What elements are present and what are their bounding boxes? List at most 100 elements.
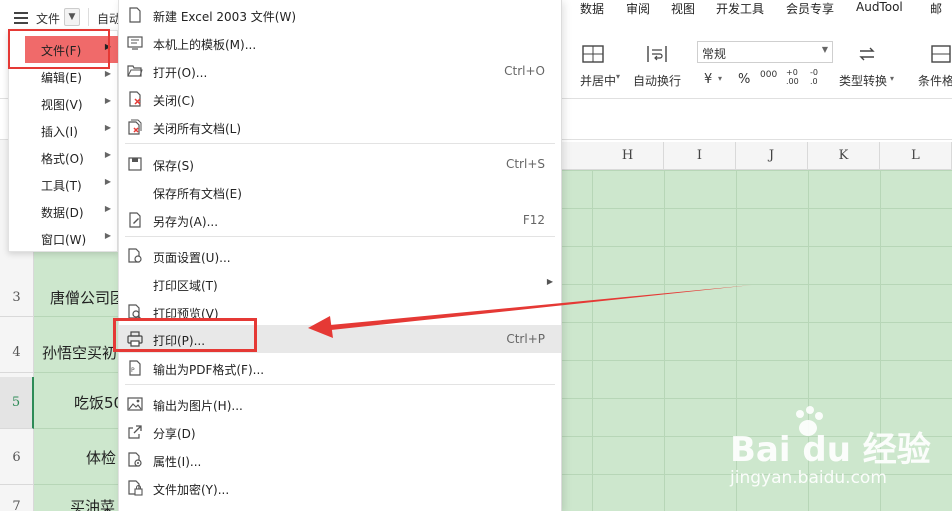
menu-item-label: 新建 Excel 2003 文件(W) xyxy=(153,10,296,24)
menu-item-data[interactable]: 数据(D) ▶ xyxy=(9,198,119,225)
folder-open-icon xyxy=(127,65,143,77)
chevron-right-icon: ▶ xyxy=(104,177,111,186)
tab-member[interactable]: 会员专享 xyxy=(786,0,834,17)
wrap-text-label[interactable]: 自动换行 xyxy=(633,72,681,89)
shortcut-label: Ctrl+P xyxy=(506,332,545,346)
menu-item-save-as[interactable]: 另存为(A)... F12 xyxy=(119,206,561,234)
toolbar-divider xyxy=(88,8,89,26)
spreadsheet-app-window: 文件 ▼ 自动 数据 审阅 视图 开发工具 会员专享 AudTool 邮 并居中… xyxy=(0,0,952,511)
menu-item-label: 关闭(C) xyxy=(153,94,195,108)
menu-item-window[interactable]: 窗口(W) ▶ xyxy=(9,225,119,252)
menu-item-export-image[interactable]: 输出为图片(H)... xyxy=(119,390,561,418)
number-format-select[interactable]: 常规 ▼ xyxy=(697,41,833,63)
menu-item-label: 格式(O) xyxy=(41,152,84,166)
percent-button[interactable]: % xyxy=(738,72,750,87)
menu-item-label: 关闭所有文档(L) xyxy=(153,122,242,136)
menu-item-share[interactable]: 分享(D) xyxy=(119,418,561,446)
cell-a6[interactable]: 体检 xyxy=(34,431,120,485)
chevron-down-icon[interactable]: ▾ xyxy=(616,72,620,81)
column-header-k[interactable]: K xyxy=(808,142,880,170)
cell-a3[interactable]: 唐僧公司团 xyxy=(34,279,120,317)
menu-item-new-excel-2003[interactable]: 新建 Excel 2003 文件(W) xyxy=(119,1,561,29)
tab-review[interactable]: 审阅 xyxy=(626,0,650,17)
file-highlight-box xyxy=(8,29,110,69)
menu-item-local-templates[interactable]: 本机上的模板(M)... xyxy=(119,29,561,57)
chevron-right-icon: ▶ xyxy=(104,123,111,132)
menu-item-label: 编辑(E) xyxy=(41,71,82,85)
tab-developer[interactable]: 开发工具 xyxy=(716,0,764,17)
currency-button[interactable]: ¥ xyxy=(704,72,712,87)
file-submenu: 新建 Excel 2003 文件(W) 本机上的模板(M)... 打开(O)..… xyxy=(118,0,562,511)
tab-overflow[interactable]: 邮 xyxy=(930,0,942,17)
template-icon xyxy=(127,36,143,50)
menu-item-label: 工具(T) xyxy=(41,179,82,193)
save-icon xyxy=(128,157,142,171)
watermark-brand: Bai du 经验 xyxy=(730,430,931,470)
menu-item-label: 打开(O)... xyxy=(153,66,208,80)
tab-audtool[interactable]: AudTool xyxy=(856,0,903,14)
new-file-icon xyxy=(129,7,141,23)
menu-item-close[interactable]: 关闭(C) xyxy=(119,85,561,113)
menu-item-label: 打印区域(T) xyxy=(153,279,218,293)
column-header-h[interactable]: H xyxy=(592,142,664,170)
cell-a5[interactable]: 吃饭50 xyxy=(34,377,120,429)
conditional-format-icon[interactable] xyxy=(930,44,952,64)
menu-item-save[interactable]: 保存(S) Ctrl+S xyxy=(119,150,561,178)
menu-item-view[interactable]: 视图(V) ▶ xyxy=(9,90,119,117)
menu-item-insert[interactable]: 插入(I) ▶ xyxy=(9,117,119,144)
watermark-url: jingyan.baidu.com xyxy=(730,468,887,488)
chevron-down-icon[interactable]: ▾ xyxy=(890,74,894,83)
wrap-text-icon[interactable] xyxy=(646,44,668,64)
merge-center-icon[interactable] xyxy=(582,44,604,64)
menu-item-print-area[interactable]: 打印区域(T) ▶ xyxy=(119,270,561,298)
close-all-icon xyxy=(128,119,142,135)
increase-decimal-button[interactable]: +0 .00 xyxy=(786,68,804,86)
share-icon xyxy=(128,425,142,439)
chevron-down-icon[interactable]: ▾ xyxy=(718,74,722,83)
column-header-row: H I J K L xyxy=(560,142,952,170)
column-header-l[interactable]: L xyxy=(880,142,952,170)
tab-data[interactable]: 数据 xyxy=(580,0,604,17)
menu-item-tools[interactable]: 工具(T) ▶ xyxy=(9,171,119,198)
row-header-7[interactable]: 7 xyxy=(0,487,34,511)
shortcut-label: Ctrl+O xyxy=(504,64,545,78)
menu-item-label: 属性(I)... xyxy=(153,455,202,469)
menu-divider xyxy=(125,143,555,144)
image-export-icon xyxy=(127,397,143,411)
type-convert-label[interactable]: 类型转换 xyxy=(839,72,887,89)
menu-divider xyxy=(125,236,555,237)
menu-item-format[interactable]: 格式(O) ▶ xyxy=(9,144,119,171)
row-header-4[interactable]: 4 xyxy=(0,333,34,373)
row-header-5[interactable]: 5 xyxy=(0,377,34,429)
shortcut-label: F12 xyxy=(522,213,545,227)
column-header-i[interactable]: I xyxy=(664,142,736,170)
pdf-icon: P xyxy=(129,360,141,376)
cell-a7[interactable]: 买油菜 xyxy=(34,487,120,511)
merge-center-label[interactable]: 并居中 xyxy=(580,72,616,89)
menu-item-label: 保存所有文档(E) xyxy=(153,187,242,201)
decrease-decimal-button[interactable]: -0 .0 xyxy=(810,68,828,86)
menu-item-open[interactable]: 打开(O)... Ctrl+O xyxy=(119,57,561,85)
file-menu-button[interactable]: 文件 xyxy=(36,10,60,27)
chevron-right-icon: ▶ xyxy=(104,204,111,213)
menu-item-label: 窗口(W) xyxy=(41,233,87,247)
menu-item-properties[interactable]: 属性(I)... xyxy=(119,446,561,474)
chevron-down-icon[interactable]: ▼ xyxy=(64,8,80,26)
menu-item-label: 输出为图片(H)... xyxy=(153,399,243,413)
cell-a4[interactable]: 孙悟空买初 xyxy=(34,333,120,373)
row-header-3[interactable]: 3 xyxy=(0,279,34,317)
thousands-separator-button[interactable]: 000 xyxy=(760,70,777,80)
menu-item-close-all[interactable]: 关闭所有文档(L) xyxy=(119,113,561,141)
menu-item-label: 输出为PDF格式(F)... xyxy=(153,363,265,377)
tab-view[interactable]: 视图 xyxy=(671,0,695,17)
hamburger-menu-icon[interactable] xyxy=(14,12,28,24)
conditional-format-label[interactable]: 条件格 xyxy=(918,72,952,89)
column-header-j[interactable]: J xyxy=(736,142,808,170)
chevron-right-icon: ▶ xyxy=(546,277,553,286)
type-convert-icon[interactable] xyxy=(856,44,878,64)
menu-item-encrypt[interactable]: 文件加密(Y)... xyxy=(119,474,561,502)
menu-item-save-all[interactable]: 保存所有文档(E) xyxy=(119,178,561,206)
menu-item-export-pdf[interactable]: P 输出为PDF格式(F)... xyxy=(119,354,561,382)
menu-item-page-setup[interactable]: 页面设置(U)... xyxy=(119,242,561,270)
row-header-6[interactable]: 6 xyxy=(0,431,34,485)
